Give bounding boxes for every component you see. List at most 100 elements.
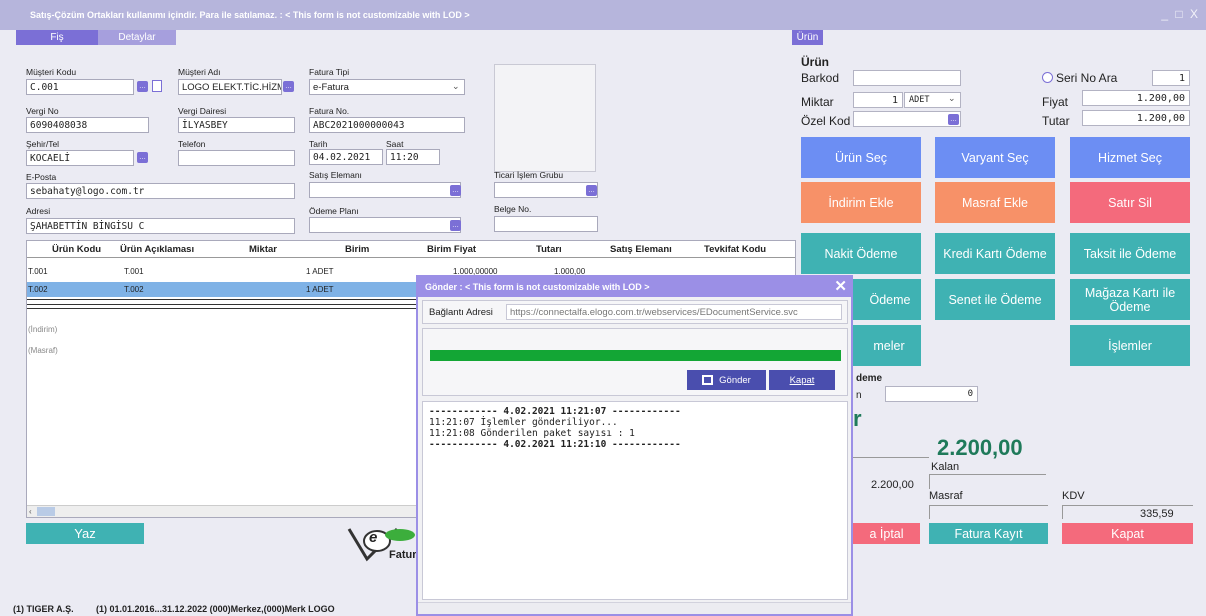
connection-url-field[interactable]: https://connectalfa.elogo.com.tr/webserv… [506,304,842,320]
masraf-row[interactable]: (Masraf) [28,346,58,355]
vergi-dairesi-field[interactable]: İLYASBEY [178,117,295,133]
horizontal-scrollbar[interactable]: ‹ [27,505,417,517]
taksit-odeme-button[interactable]: Taksit ile Ödeme [1070,233,1190,274]
yaz-button[interactable]: Yaz [26,523,144,544]
lookup-icon[interactable]: … [948,114,959,125]
fatura-kayit-button[interactable]: Fatura Kayıt [929,523,1048,544]
column-header[interactable]: Tevkifat Kodu [704,244,766,255]
tab-urun[interactable]: Ürün [792,30,823,45]
dialog-title-bar[interactable]: Gönder : < This form is not customizable… [418,277,851,297]
saat-label: Saat [386,139,404,149]
masraf-ekle-button[interactable]: Masraf Ekle [935,182,1055,223]
adresi-label: Adresi [26,206,51,216]
fatura-tipi-select[interactable]: e-Fatura [309,79,465,95]
tab-detaylar[interactable]: Detaylar [98,30,176,45]
divider [27,299,417,300]
kdv-value: 335,59 [1140,508,1174,520]
nakit-odeme-button[interactable]: Nakit Ödeme [801,233,921,274]
column-header[interactable]: Satış Elemanı [610,244,672,255]
window-controls[interactable]: _ □ X [1161,7,1200,21]
gonder-button-label: Gönder [719,374,751,386]
iptal-button[interactable]: a İptal [853,523,920,544]
kapat-button[interactable]: Kapat [1062,523,1193,544]
belge-no-field[interactable] [494,216,598,232]
lookup-icon[interactable]: … [137,152,148,163]
dialog-title: Gönder : < This form is not customizable… [425,282,650,292]
musteri-adi-field[interactable]: LOGO ELEKT.TİC.HİZM [178,79,282,95]
musteri-kodu-field[interactable]: C.001 [26,79,134,95]
odeme-amount-field[interactable]: 0 [885,386,978,402]
lookup-icon[interactable]: … [283,81,294,92]
connection-label: Bağlantı Adresi [429,307,493,318]
divider [27,304,417,305]
gonder-dialog: Gönder : < This form is not customizable… [416,275,853,616]
magaza-karti-odeme-button[interactable]: Mağaza Kartı ile Ödeme [1070,279,1190,320]
column-header[interactable]: Birim Fiyat [427,244,476,255]
dialog-kapat-button[interactable]: Kapat [769,370,835,390]
ozel-kod-label: Özel Kod [801,114,851,128]
send-icon [702,375,714,385]
chevron-down-icon[interactable]: ⌄ [452,81,460,92]
adresi-field[interactable]: ŞAHABETTİN BİNGİSU C [26,218,295,234]
connection-panel: Bağlantı Adresi https://connectalfa.elog… [422,300,848,324]
tarih-field[interactable]: 04.02.2021 [309,149,383,165]
column-header[interactable]: Ürün Kodu [52,244,101,255]
seri-no-label: Seri No Ara [1056,71,1118,85]
telefon-label: Telefon [178,139,206,149]
kalan-label: Kalan [931,461,960,473]
progress-panel: Gönder Kapat [422,328,848,396]
satis-elemani-field[interactable] [309,182,461,198]
barkod-label: Barkod [801,71,840,85]
column-header[interactable]: Birim [345,244,369,255]
status-info: (1) 01.01.2016...31.12.2022 (000)Merkez,… [96,604,335,614]
lookup-icon[interactable]: … [450,185,461,196]
miktar-field[interactable]: 1 [853,92,903,108]
fiyat-field[interactable]: 1.200,00 [1082,90,1190,106]
urun-heading: Ürün [801,55,829,69]
saat-field[interactable]: 11:20 [386,149,440,165]
satir-sil-button[interactable]: Satır Sil [1070,182,1190,223]
tutar-label: Tutar [1042,114,1070,128]
image-box [494,64,596,172]
gonder-button[interactable]: Gönder [687,370,766,390]
indirim-ekle-button[interactable]: İndirim Ekle [801,182,921,223]
scroll-left-icon[interactable]: ‹ [29,507,35,516]
seri-no-field[interactable]: 1 [1152,70,1190,86]
log-area[interactable]: ------------ 4.02.2021 11:21:07 --------… [422,401,848,600]
ticari-islem-field[interactable] [494,182,598,198]
column-header[interactable]: Ürün Açıklaması [120,244,194,255]
chevron-down-icon[interactable]: ⌄ [948,93,956,104]
column-header[interactable]: Miktar [249,244,277,255]
scroll-thumb[interactable] [37,507,55,516]
vergi-no-field[interactable]: 6090408038 [26,117,149,133]
odeme-plani-field[interactable] [309,217,461,233]
fatura-no-field[interactable]: ABC2021000000043 [309,117,465,133]
sehir-field[interactable]: KOCAELİ [26,150,134,166]
dialog-status-bar [418,602,851,614]
masraf-field [929,505,1048,519]
sehir-tel-label: Şehir/Tel [26,139,60,149]
urun-sec-button[interactable]: Ürün Seç [801,137,921,178]
lookup-icon[interactable]: … [137,81,148,92]
ozel-kod-field[interactable] [853,111,961,127]
efatura-logo-e: e [369,529,378,546]
lookup-icon[interactable]: … [450,220,461,231]
telefon-field[interactable] [178,150,295,166]
hizmet-sec-button[interactable]: Hizmet Seç [1070,137,1190,178]
close-icon[interactable]: ✕ [834,277,847,295]
varyant-sec-button[interactable]: Varyant Seç [935,137,1055,178]
tab-fis[interactable]: Fiş [16,30,98,45]
tutar-field[interactable]: 1.200,00 [1082,110,1190,126]
satis-elemani-label: Satış Elemanı [309,170,362,180]
kredi-karti-odeme-button[interactable]: Kredi Kartı Ödeme [935,233,1055,274]
ticari-islem-label: Ticari İşlem Grubu [494,170,564,180]
islemler-button[interactable]: İşlemler [1070,325,1190,366]
barkod-field[interactable] [853,70,961,86]
senet-odeme-button[interactable]: Senet ile Ödeme [935,279,1055,320]
lookup-icon[interactable]: … [586,185,597,196]
document-icon[interactable] [152,80,162,92]
column-header[interactable]: Tutarı [536,244,562,255]
seri-no-checkbox[interactable] [1042,72,1053,83]
indirim-row[interactable]: (İndirim) [28,325,57,334]
eposta-field[interactable]: sebahaty@logo.com.tr [26,183,295,199]
